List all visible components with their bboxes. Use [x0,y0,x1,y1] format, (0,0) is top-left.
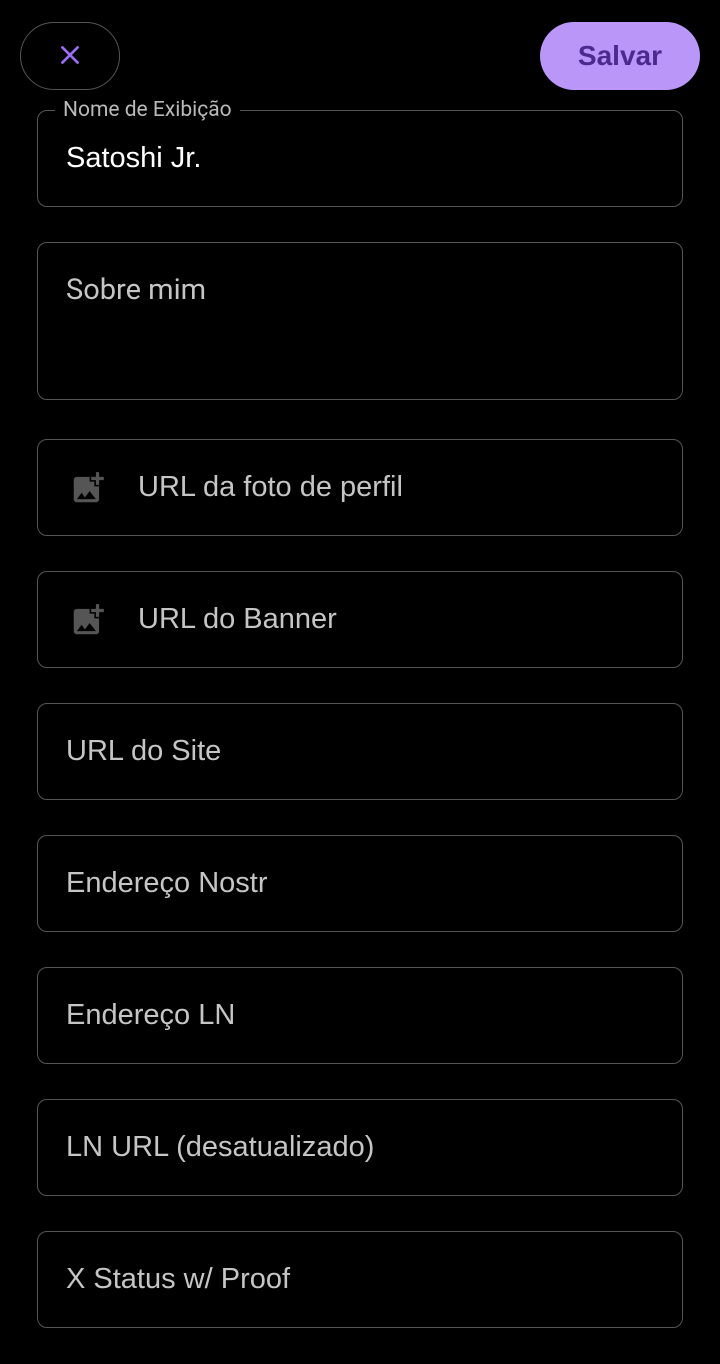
display-name-field-wrapper: Nome de Exibição [37,110,683,207]
ln-address-input[interactable] [37,967,683,1064]
add-image-icon [69,469,107,507]
nostr-address-field-wrapper [37,835,683,932]
save-button[interactable]: Salvar [540,22,700,90]
about-field-wrapper [37,242,683,404]
x-status-input[interactable] [37,1231,683,1328]
about-input[interactable] [37,242,683,400]
profile-photo-field-wrapper [37,439,683,536]
banner-url-input[interactable] [37,571,683,668]
header: Salvar [0,0,720,110]
nostr-address-input[interactable] [37,835,683,932]
banner-field-wrapper [37,571,683,668]
website-field-wrapper [37,703,683,800]
website-url-input[interactable] [37,703,683,800]
x-status-field-wrapper [37,1231,683,1328]
profile-form: Nome de Exibição [0,110,720,1328]
profile-photo-url-input[interactable] [37,439,683,536]
close-icon [57,42,83,71]
display-name-input[interactable] [37,110,683,207]
display-name-label: Nome de Exibição [55,98,240,122]
ln-address-field-wrapper [37,967,683,1064]
add-image-icon [69,601,107,639]
ln-url-field-wrapper [37,1099,683,1196]
close-button[interactable] [20,22,120,90]
ln-url-input[interactable] [37,1099,683,1196]
